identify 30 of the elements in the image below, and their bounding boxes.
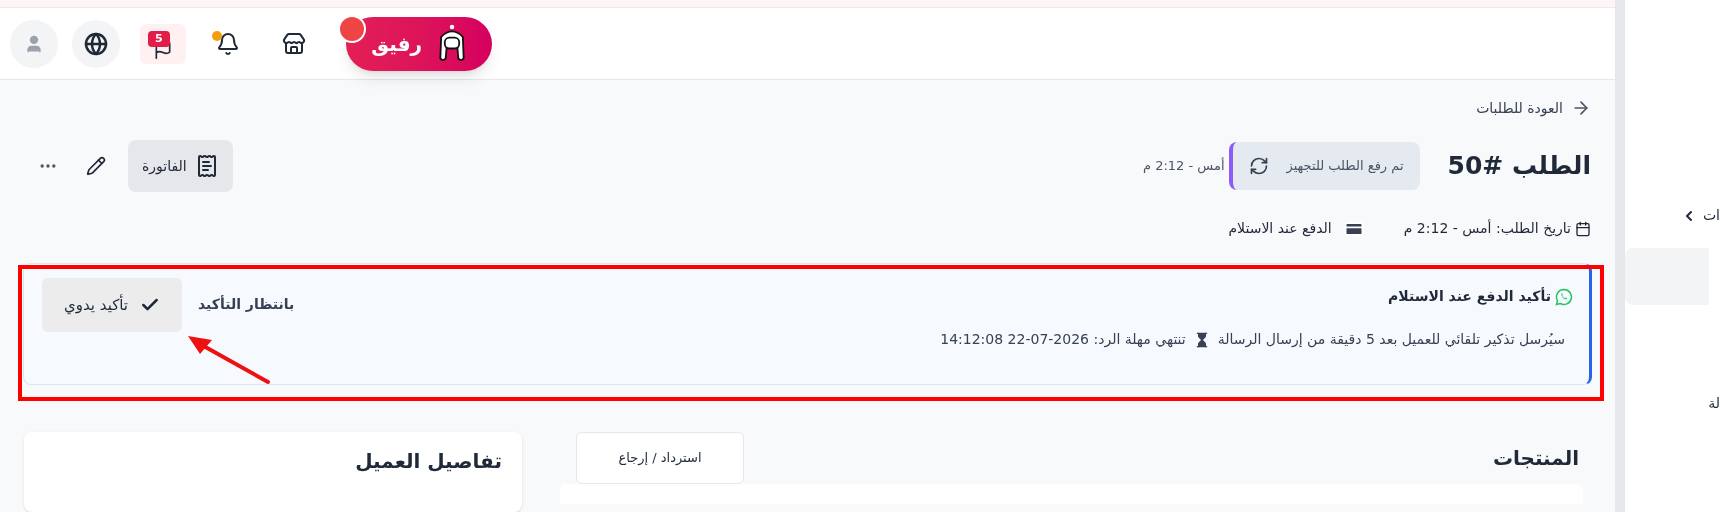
user-avatar[interactable]: [10, 19, 58, 68]
sidebar-item[interactable]: لة: [1625, 393, 1720, 414]
user-icon: [24, 33, 44, 54]
whatsapp-icon: [1555, 287, 1573, 306]
deadline-text: تنتهي مهلة الرد: 2026-07-22 14:12:08: [940, 330, 1186, 350]
refresh-icon: [1248, 156, 1269, 176]
assistant-button[interactable]: رفيق: [346, 16, 492, 71]
status-chip: تم رفع الطلب للتجهيز: [1228, 142, 1420, 190]
bell-icon: [216, 31, 240, 56]
manual-confirm-button[interactable]: تأكيد يدوي: [42, 278, 182, 332]
store-icon: [282, 31, 306, 56]
products-heading: المنتجات: [1492, 445, 1579, 472]
globe-icon: [84, 31, 108, 56]
language-button[interactable]: [72, 19, 120, 68]
messages-count: 5: [148, 30, 170, 47]
messages-button[interactable]: 5: [140, 23, 186, 64]
back-link[interactable]: العودة للطلبات: [1476, 96, 1591, 120]
invoice-button[interactable]: الفاتورة: [128, 140, 233, 192]
customer-heading: تفاصيل العميل: [354, 448, 502, 475]
sidebar-item[interactable]: ات: [1625, 205, 1720, 226]
calendar-icon: [1575, 220, 1591, 237]
confirmation-title: تأكيد الدفع عند الاستلام: [940, 286, 1573, 307]
order-date: تاريخ الطلب: أمس - 2:12 م: [1403, 218, 1591, 239]
order-title: الطلب #50: [1447, 150, 1591, 183]
edit-icon[interactable]: [86, 156, 106, 176]
reminder-note: سيُرسل تذكير تلقائي للعميل بعد 5 دقيقة من إرسال الرسالة: [1217, 330, 1565, 350]
confirmation-status: بانتظار التأكيد: [198, 294, 295, 314]
payment-method: الدفع عند الاستلام: [1228, 218, 1364, 239]
status-time: أمس - 2:12 م: [1143, 156, 1225, 176]
refund-button[interactable]: استرداد / إرجاع: [576, 432, 744, 484]
